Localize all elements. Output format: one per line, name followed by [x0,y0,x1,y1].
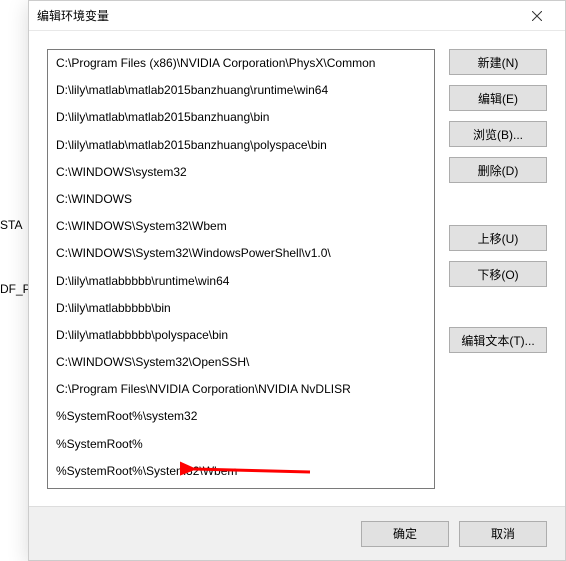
move-up-button[interactable]: 上移(U) [449,225,547,251]
close-icon [532,11,542,21]
list-item[interactable]: C:\WINDOWS\System32\WindowsPowerShell\v1… [48,240,434,267]
list-item[interactable]: %SystemRoot%\system32 [48,403,434,430]
browse-button[interactable]: 浏览(B)... [449,121,547,147]
button-column: 新建(N) 编辑(E) 浏览(B)... 删除(D) 上移(U) 下移(O) 编… [449,49,547,496]
list-item[interactable]: %SYSTEMROOT%\System32\WindowsPowerShell\… [48,485,434,489]
close-button[interactable] [517,2,557,30]
list-item[interactable]: D:\lily\matlabbbbb\bin [48,295,434,322]
move-down-button[interactable]: 下移(O) [449,261,547,287]
delete-button[interactable]: 删除(D) [449,157,547,183]
list-item[interactable]: C:\Program Files (x86)\NVIDIA Corporatio… [48,50,434,77]
list-item[interactable]: D:\lily\matlab\matlab2015banzhuang\runti… [48,77,434,104]
dialog-footer: 确定 取消 [29,506,565,560]
new-button[interactable]: 新建(N) [449,49,547,75]
list-item[interactable]: %SystemRoot% [48,431,434,458]
dialog-title: 编辑环境变量 [37,7,517,24]
cancel-button[interactable]: 取消 [459,521,547,547]
list-item[interactable]: D:\lily\matlab\matlab2015banzhuang\polys… [48,132,434,159]
edit-env-var-dialog: 编辑环境变量 C:\Program Files (x86)\NVIDIA Cor… [28,0,566,561]
list-item[interactable]: C:\WINDOWS\system32 [48,159,434,186]
list-item[interactable]: C:\Program Files\NVIDIA Corporation\NVID… [48,376,434,403]
list-item[interactable]: C:\WINDOWS\System32\OpenSSH\ [48,349,434,376]
edit-text-button[interactable]: 编辑文本(T)... [449,327,547,353]
list-item[interactable]: %SystemRoot%\System32\Wbem [48,458,434,485]
dialog-content: C:\Program Files (x86)\NVIDIA Corporatio… [29,31,565,506]
path-listbox[interactable]: C:\Program Files (x86)\NVIDIA Corporatio… [47,49,435,489]
bg-label: STA [0,218,22,232]
edit-button[interactable]: 编辑(E) [449,85,547,111]
list-item[interactable]: C:\WINDOWS\System32\Wbem [48,213,434,240]
bg-label: DF_P [0,282,31,296]
list-item[interactable]: D:\lily\matlabbbbb\polyspace\bin [48,322,434,349]
list-item[interactable]: D:\lily\matlabbbbb\runtime\win64 [48,268,434,295]
titlebar: 编辑环境变量 [29,1,565,31]
ok-button[interactable]: 确定 [361,521,449,547]
list-item[interactable]: D:\lily\matlab\matlab2015banzhuang\bin [48,104,434,131]
list-item[interactable]: C:\WINDOWS [48,186,434,213]
